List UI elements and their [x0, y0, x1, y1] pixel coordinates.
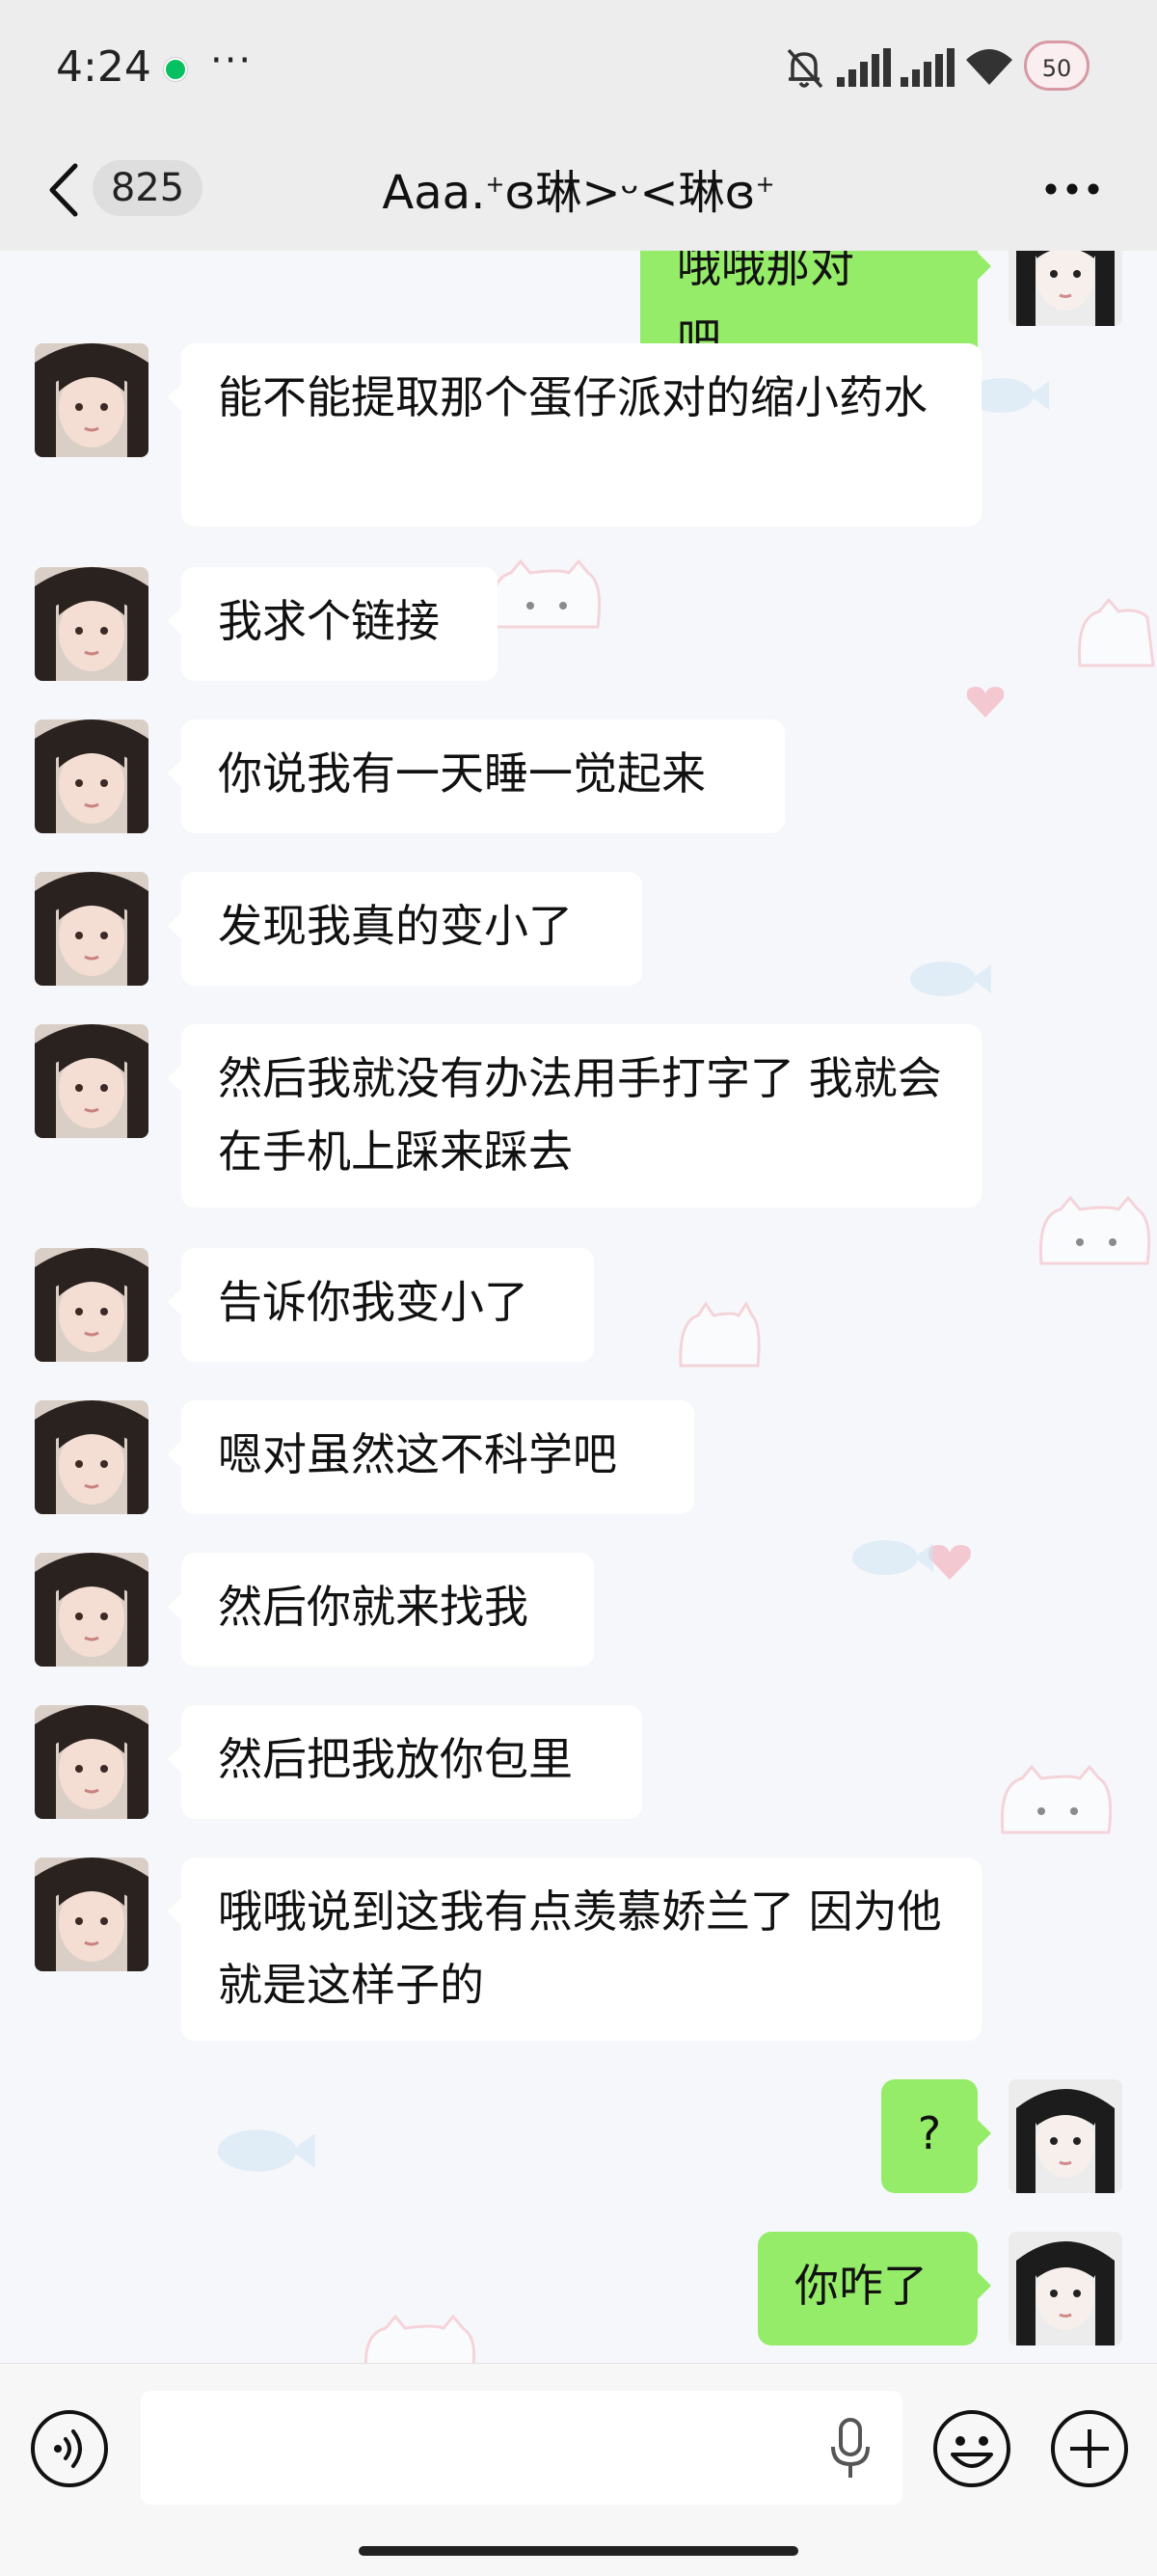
contact-avatar[interactable] — [35, 343, 148, 457]
cat-doodle-icon — [679, 1302, 761, 1368]
cat-doodle-icon — [363, 2315, 476, 2363]
unread-count-badge[interactable]: 825 — [93, 160, 202, 216]
fish-doodle-icon — [910, 962, 991, 996]
microphone-icon[interactable] — [829, 2418, 872, 2480]
chat-header: 825 Aaa.+ɞ琳>ᵕ<琳ɞ+ — [0, 137, 1157, 251]
cat-doodle-icon — [1000, 1765, 1113, 1834]
more-options-icon[interactable] — [1043, 170, 1101, 208]
my-avatar[interactable] — [1009, 2079, 1122, 2193]
mute-bell-icon — [787, 48, 823, 89]
contact-avatar[interactable] — [35, 1857, 148, 1971]
more-notifications-icon: ··· — [210, 39, 254, 83]
fish-doodle-icon — [217, 2129, 315, 2172]
incoming-message-bubble[interactable]: 发现我真的变小了 — [168, 872, 642, 986]
chat-title-rest: ɞ琳>ᵕ<琳ɞ — [504, 166, 756, 220]
chat-title-sparkle: + — [485, 171, 505, 198]
battery-indicator: 50 — [1024, 41, 1090, 91]
cat-doodle-icon — [1038, 1196, 1151, 1265]
wifi-icon — [966, 49, 1012, 85]
home-indicator[interactable] — [359, 2546, 798, 2556]
back-chevron-icon[interactable] — [44, 160, 83, 220]
incoming-message-bubble[interactable]: 我求个链接 — [168, 567, 498, 681]
signal-icon-sim1 — [837, 48, 891, 87]
outgoing-message-bubble[interactable]: ? — [881, 2079, 991, 2193]
cat-doodle-icon — [489, 559, 602, 629]
voice-mode-icon[interactable] — [29, 2408, 110, 2489]
fish-doodle-icon — [852, 1540, 933, 1575]
incoming-message-bubble[interactable]: 然后我就没有办法用手打字了 我就会在手机上踩来踩去 — [168, 1024, 982, 1207]
incoming-message-bubble[interactable]: 然后把我放你包里 — [168, 1705, 642, 1819]
contact-avatar[interactable] — [35, 719, 148, 833]
contact-avatar[interactable] — [35, 567, 148, 681]
incoming-message-bubble[interactable]: 你说我有一天睡一觉起来 — [168, 719, 785, 833]
incoming-message-bubble[interactable]: 能不能提取那个蛋仔派对的缩小药水 — [168, 343, 982, 527]
incoming-message-bubble[interactable]: 然后你就来找我 — [168, 1553, 594, 1667]
contact-avatar[interactable] — [35, 1400, 148, 1514]
message-text-input[interactable] — [141, 2391, 902, 2505]
contact-avatar[interactable] — [35, 872, 148, 986]
chat-title-sparkle-end: + — [755, 171, 775, 198]
my-avatar[interactable] — [1009, 2232, 1122, 2346]
app-notification-icon — [164, 58, 187, 81]
chat-message-list[interactable]: 哦哦那对吧。 能不能提取那个蛋仔派对的缩小药水 我求个链接 你说我有一天睡一觉起来 发现… — [0, 251, 1157, 2363]
status-bar: 4:24 ··· 50 — [0, 0, 1157, 137]
outgoing-message-bubble[interactable]: 你咋了 — [758, 2232, 991, 2346]
emoji-icon[interactable] — [931, 2408, 1012, 2489]
message-input-bar — [0, 2363, 1157, 2576]
chat-title: Aaa.+ɞ琳>ᵕ<琳ɞ+ — [241, 154, 916, 222]
status-time: 4:24 — [56, 42, 151, 92]
contact-avatar[interactable] — [35, 1553, 148, 1667]
my-avatar[interactable] — [1009, 251, 1122, 326]
signal-icon-sim2 — [901, 48, 955, 87]
contact-avatar[interactable] — [35, 1705, 148, 1819]
incoming-message-bubble[interactable]: 嗯对虽然这不科学吧 — [168, 1400, 694, 1514]
chat-title-main: Aaa. — [382, 166, 486, 220]
incoming-message-bubble[interactable]: 哦哦说到这我有点羡慕娇兰了 因为他就是这样子的 — [168, 1857, 982, 2041]
incoming-message-bubble[interactable]: 告诉你我变小了 — [168, 1248, 594, 1362]
add-attachment-icon[interactable] — [1049, 2408, 1130, 2489]
cat-doodle-icon — [1077, 598, 1155, 667]
contact-avatar[interactable] — [35, 1248, 148, 1362]
contact-avatar[interactable] — [35, 1024, 148, 1138]
heart-doodle-icon — [966, 687, 1005, 718]
